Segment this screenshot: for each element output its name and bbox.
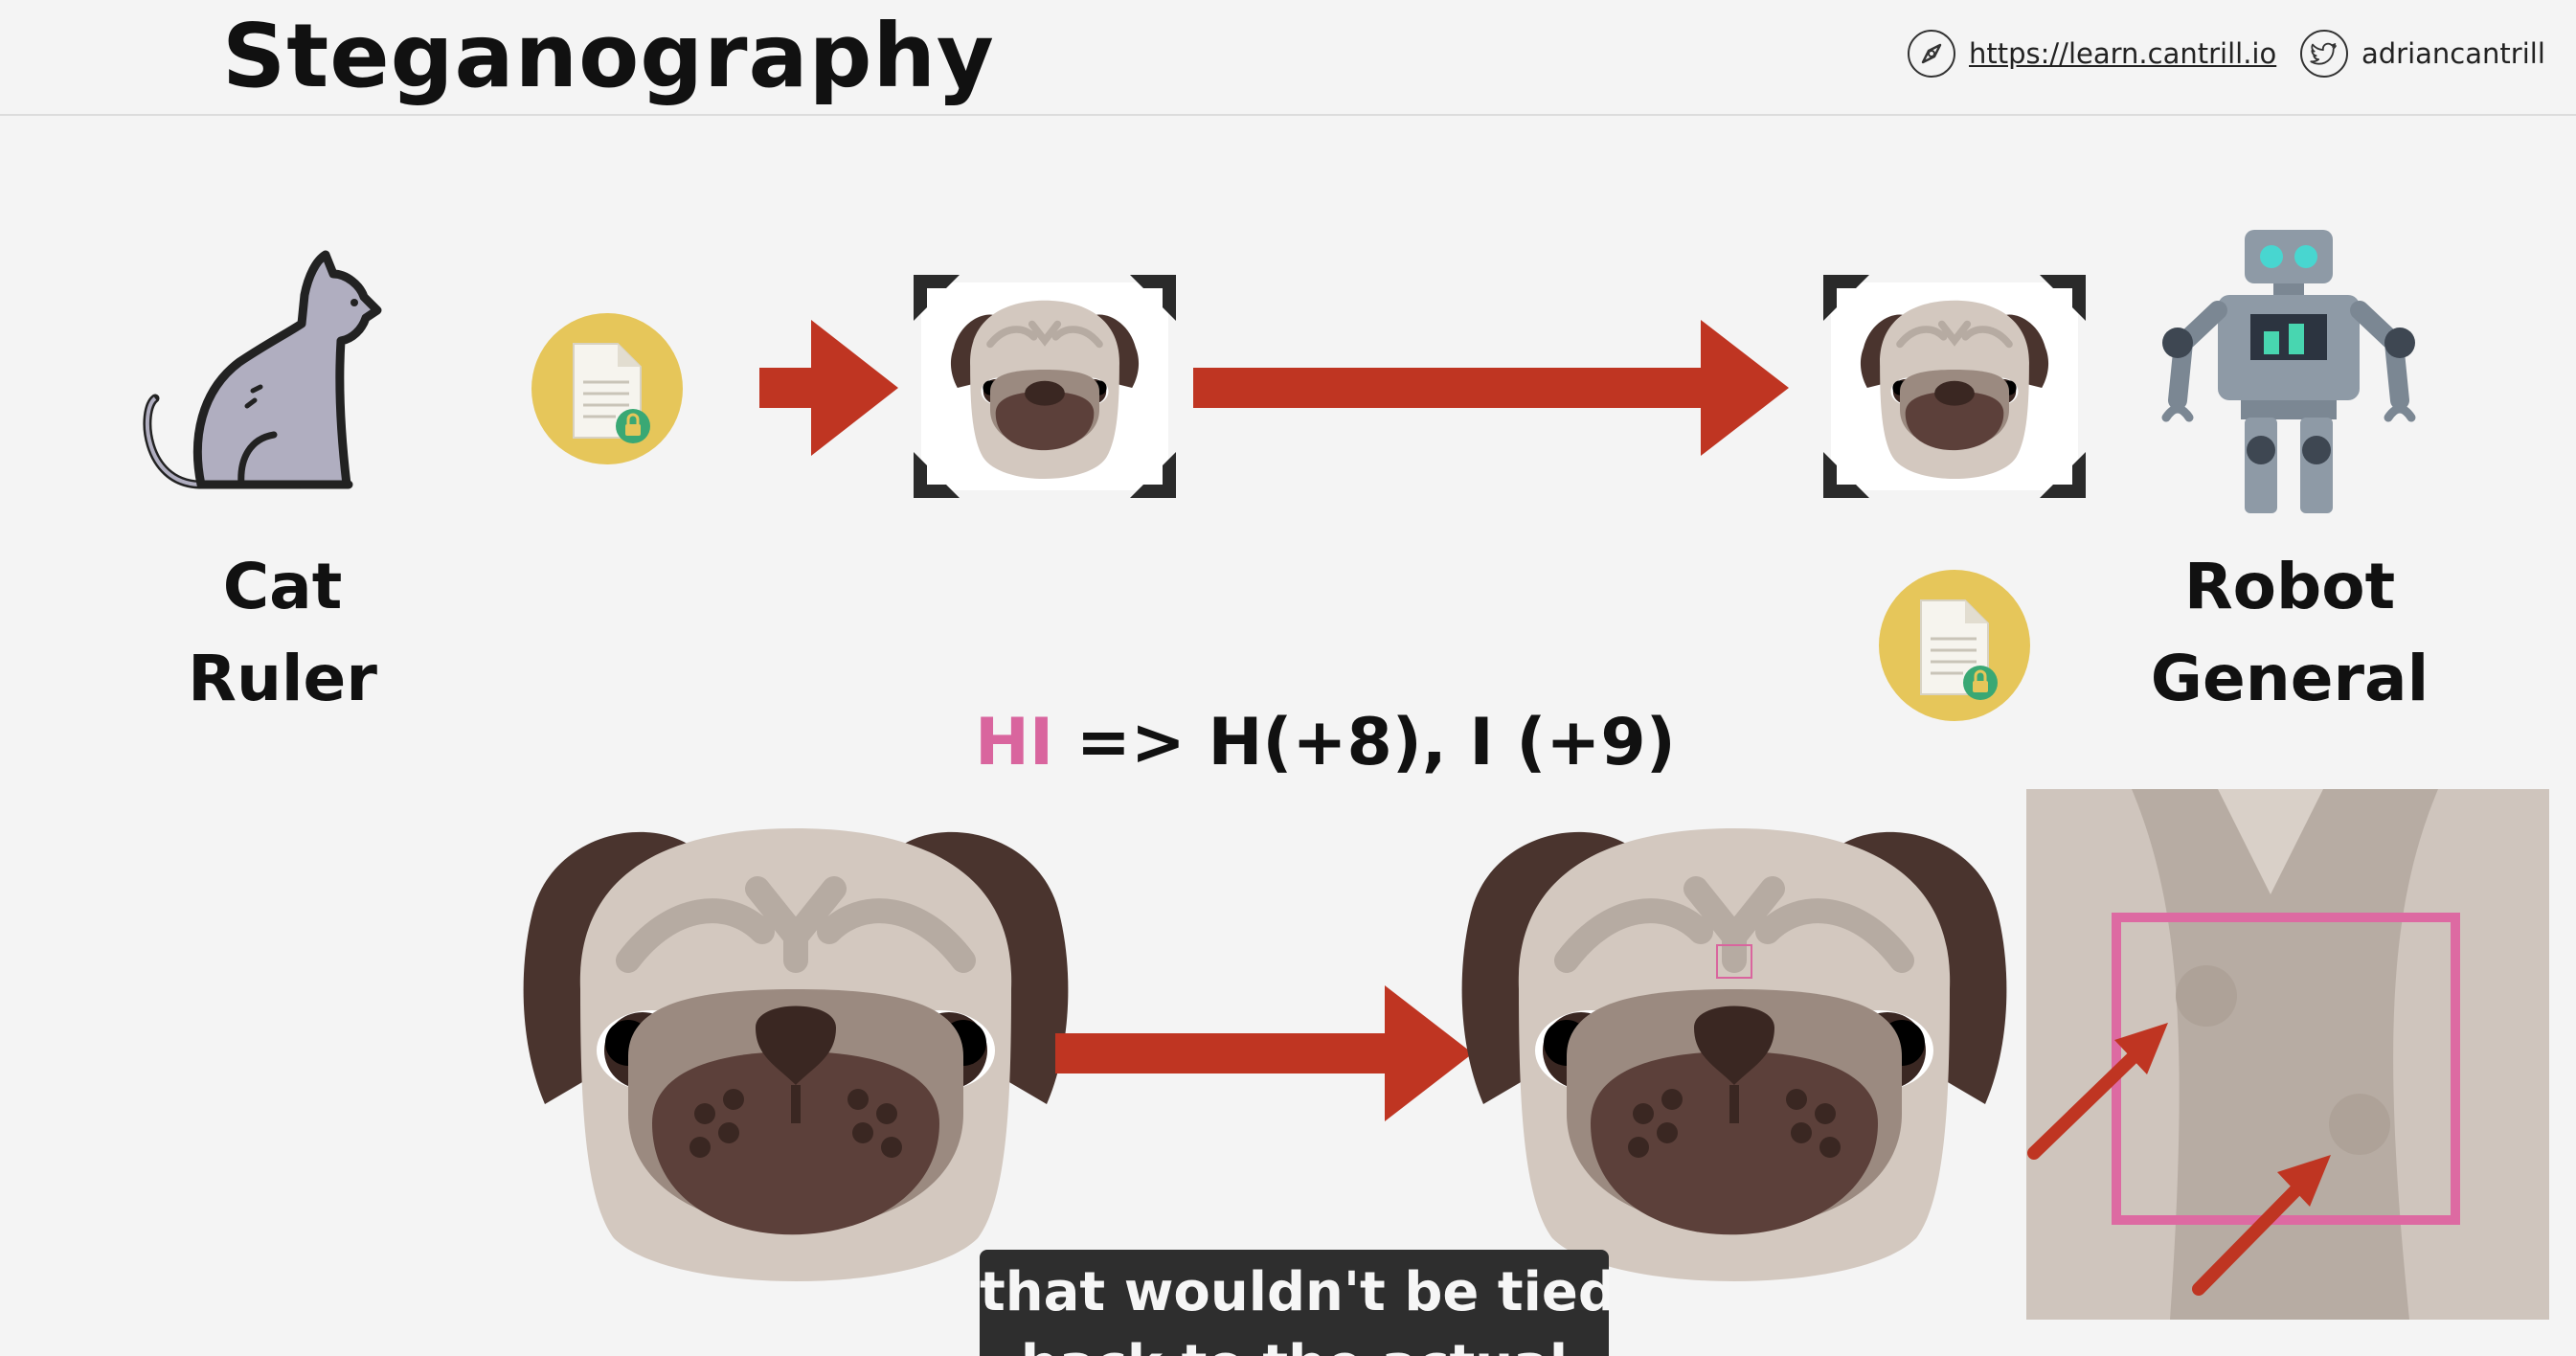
website-link[interactable]: https://learn.cantrill.io xyxy=(1908,27,2276,80)
secret-message-badge xyxy=(531,313,683,464)
twitter-link[interactable]: adriancantrill xyxy=(2300,27,2545,80)
robot-label-line2: General xyxy=(2150,642,2429,715)
robot-general-label: Robot General xyxy=(2132,541,2448,725)
equation-highlight: HI xyxy=(975,705,1054,780)
twitter-icon xyxy=(2300,30,2348,78)
twitter-handle[interactable]: adriancantrill xyxy=(2361,37,2545,70)
zoom-content xyxy=(2026,789,2549,1320)
small-arrow xyxy=(759,320,898,456)
pug-icon-modified xyxy=(1461,828,2007,1281)
robot-label-line1: Robot xyxy=(2183,550,2396,623)
pixel-zoom-inset xyxy=(2026,789,2549,1320)
decoded-message-badge xyxy=(1879,570,2030,721)
subtitle-caption: that wouldn't be tied back to the actual xyxy=(980,1250,1609,1356)
page-title: Steganography xyxy=(222,5,995,107)
cat-icon xyxy=(143,250,382,489)
caption-line1: that wouldn't be tied xyxy=(980,1261,1609,1323)
cat-label-line2: Ruler xyxy=(188,642,377,715)
document-lock-icon xyxy=(573,343,650,443)
compass-icon xyxy=(1908,30,1955,78)
equation-rest: => H(+8), I (+9) xyxy=(1053,705,1676,780)
encoding-equation: HI => H(+8), I (+9) xyxy=(975,705,1676,780)
robot-icon xyxy=(2161,230,2416,513)
transform-arrow xyxy=(1055,985,1473,1121)
cat-label-line1: Cat xyxy=(222,550,343,623)
long-arrow xyxy=(1193,320,1789,456)
cat-ruler-label: Cat Ruler xyxy=(144,541,421,725)
document-lock-icon xyxy=(1920,599,1998,700)
framed-pug-received xyxy=(1823,275,2086,498)
website-url[interactable]: https://learn.cantrill.io xyxy=(1969,37,2276,70)
caption-line2: back to the actual xyxy=(980,1334,1609,1356)
header-bar: Steganography https://learn.cantrill.io … xyxy=(0,0,2576,116)
framed-pug-source xyxy=(914,275,1176,498)
pug-icon-original xyxy=(523,828,1069,1281)
